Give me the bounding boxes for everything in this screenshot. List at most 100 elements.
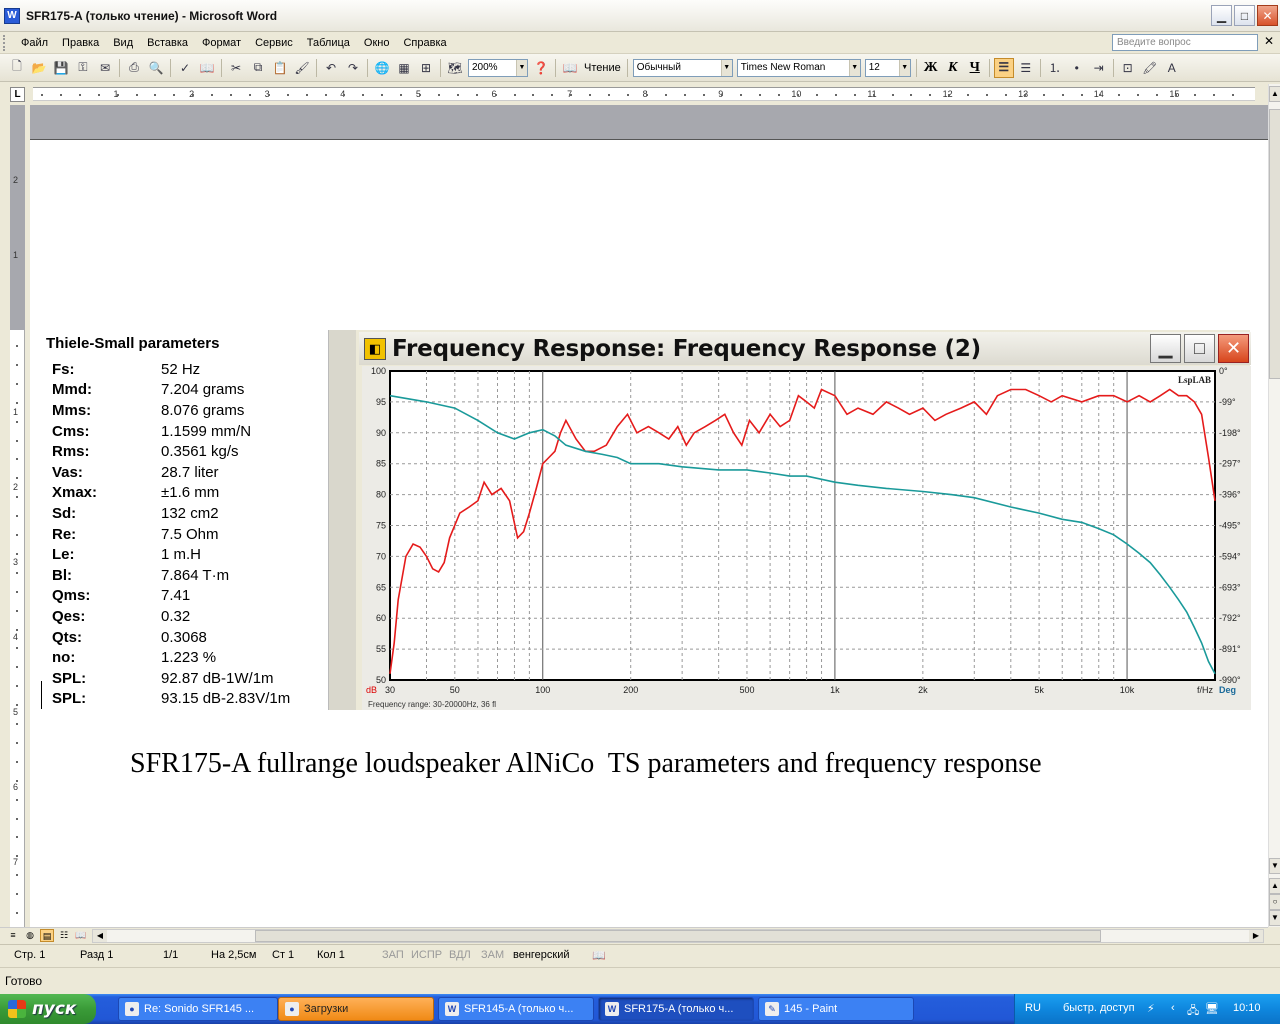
align-left-icon[interactable]: ☰: [993, 57, 1014, 78]
print-layout-icon[interactable]: ▤: [40, 929, 54, 942]
align-center-icon[interactable]: ☰: [1016, 58, 1036, 78]
horizontal-scrollbar[interactable]: ◀ ▶: [92, 929, 1264, 943]
save-icon[interactable]: 💾: [51, 58, 71, 78]
web-view-icon[interactable]: ◍: [23, 929, 37, 942]
font-color-icon[interactable]: A: [1162, 58, 1182, 78]
task-word-sfr145[interactable]: W SFR145-A (только ч...: [438, 997, 594, 1021]
italic-button[interactable]: К: [943, 58, 963, 78]
scroll-thumb[interactable]: [1269, 109, 1280, 379]
font-size-select[interactable]: 12 ▼: [864, 58, 911, 77]
task-paint[interactable]: ✎ 145 - Paint: [758, 997, 914, 1021]
normal-view-icon[interactable]: ≡: [6, 929, 20, 942]
horizontal-scroll-thumb[interactable]: [255, 930, 1101, 942]
ts-row: Mmd: 7.204 grams: [52, 380, 321, 401]
language-indicator[interactable]: RU: [1025, 1002, 1041, 1014]
status-language[interactable]: венгерский: [513, 949, 570, 961]
document-page[interactable]: Thiele-Small parameters Fs: 52 Hz Mmd: 7.20…: [30, 105, 1268, 927]
menu-table[interactable]: Таблица: [300, 37, 357, 49]
numbering-icon[interactable]: ⒈: [1045, 58, 1065, 78]
underline-button[interactable]: Ч: [965, 58, 985, 78]
chevron-down-icon[interactable]: ▼: [898, 59, 910, 76]
close-button[interactable]: ✕: [1257, 5, 1278, 26]
vertical-scrollbar[interactable]: ▲ ▼ ▲ ○ ▼: [1268, 84, 1280, 927]
chevron-down-icon[interactable]: ▼: [720, 59, 732, 76]
menu-view[interactable]: Вид: [106, 37, 140, 49]
bold-button[interactable]: Ж: [921, 58, 941, 78]
scroll-left-icon[interactable]: ◀: [93, 930, 107, 942]
format-painter-icon[interactable]: 🖌: [292, 58, 312, 78]
research-icon[interactable]: 📖: [197, 58, 217, 78]
status-extend[interactable]: ВДЛ: [449, 949, 471, 961]
ask-question-input[interactable]: Введите вопрос: [1112, 34, 1258, 51]
spelling-icon[interactable]: ✓: [175, 58, 195, 78]
menu-insert[interactable]: Вставка: [140, 37, 195, 49]
task-firefox-sonido[interactable]: ● Re: Sonido SFR145 ...: [118, 997, 278, 1021]
tray-expand-icon[interactable]: ‹: [1171, 1002, 1175, 1014]
reading-layout-icon[interactable]: 📖: [74, 929, 88, 942]
tab-selector[interactable]: L: [10, 87, 25, 102]
paste-icon[interactable]: 📋: [270, 58, 290, 78]
chevron-down-icon[interactable]: ▼: [848, 59, 860, 76]
menu-grip[interactable]: [3, 34, 8, 51]
insert-table-icon[interactable]: ⊞: [416, 58, 436, 78]
close-document-icon[interactable]: ✕: [1264, 34, 1274, 48]
borders-icon[interactable]: ⊡: [1118, 58, 1138, 78]
redo-icon[interactable]: ↷: [343, 58, 363, 78]
quick-access-label[interactable]: быстр. доступ: [1063, 1002, 1135, 1014]
cut-icon[interactable]: ✂: [226, 58, 246, 78]
vertical-ruler[interactable]: 2 1 1 2 3 4 5 6 7: [10, 105, 25, 927]
status-track-changes[interactable]: ИСПР: [411, 949, 442, 961]
new-document-icon[interactable]: 🗋: [7, 58, 27, 78]
status-record[interactable]: ЗАП: [382, 949, 404, 961]
menu-edit[interactable]: Правка: [55, 37, 106, 49]
menu-file[interactable]: Файл: [14, 37, 55, 49]
ruler-tick: [1080, 94, 1083, 96]
scroll-right-icon[interactable]: ▶: [1249, 930, 1263, 942]
font-select[interactable]: Times New Roman ▼: [736, 58, 861, 77]
outline-view-icon[interactable]: ☷: [57, 929, 71, 942]
menu-window[interactable]: Окно: [357, 37, 397, 49]
menu-format[interactable]: Формат: [195, 37, 248, 49]
scroll-down-icon[interactable]: ▼: [1269, 858, 1280, 874]
spelling-status-icon[interactable]: 📖: [592, 949, 606, 962]
minimize-button[interactable]: ▁: [1211, 5, 1232, 26]
start-button[interactable]: пуск: [0, 994, 96, 1024]
reading-mode-button[interactable]: Чтение: [584, 62, 621, 74]
copy-icon[interactable]: ⧉: [248, 58, 268, 78]
permission-icon[interactable]: ⚿: [73, 58, 93, 78]
reading-mode-icon[interactable]: 📖: [560, 58, 580, 78]
menu-tools[interactable]: Сервис: [248, 37, 300, 49]
status-overtype[interactable]: ЗАМ: [481, 949, 504, 961]
print-icon[interactable]: ⎙: [124, 58, 144, 78]
maximize-button[interactable]: □: [1234, 5, 1255, 26]
tables-borders-icon[interactable]: ▦: [394, 58, 414, 78]
document-map-icon[interactable]: 🗺: [445, 58, 465, 78]
next-page-icon[interactable]: ▼: [1269, 910, 1280, 926]
horizontal-ruler[interactable]: 123456789101112131415: [33, 87, 1255, 101]
indent-icon[interactable]: ⇥: [1089, 58, 1109, 78]
open-folder-icon[interactable]: 📂: [29, 58, 49, 78]
browse-object-icon[interactable]: ○: [1269, 894, 1280, 910]
word-icon[interactable]: W: [4, 7, 20, 24]
x-tick-label: 30: [385, 685, 395, 695]
monitor-icon[interactable]: 🖥: [1205, 1002, 1219, 1015]
highlight-icon[interactable]: 🖍: [1140, 58, 1160, 78]
scroll-up-icon[interactable]: ▲: [1269, 86, 1280, 102]
task-word-sfr175[interactable]: W SFR175-A (только ч...: [598, 997, 754, 1021]
zoom-select[interactable]: 200% ▼: [468, 58, 528, 77]
style-select[interactable]: Обычный ▼: [632, 58, 733, 77]
previous-page-icon[interactable]: ▲: [1269, 878, 1280, 894]
network-icon[interactable]: 🖧: [1187, 1002, 1199, 1021]
bullets-icon[interactable]: •: [1067, 58, 1087, 78]
ruler-tick: [1099, 94, 1102, 96]
help-icon[interactable]: ❓: [531, 58, 551, 78]
tray-app-icon[interactable]: ⚡: [1147, 1002, 1155, 1015]
ts-value: 92.87 dB-1W/1m: [161, 669, 274, 687]
menu-help[interactable]: Справка: [396, 37, 453, 49]
task-downloads[interactable]: ● Загрузки: [278, 997, 434, 1021]
email-icon[interactable]: ✉: [95, 58, 115, 78]
chevron-down-icon[interactable]: ▼: [516, 59, 527, 76]
hyperlink-icon[interactable]: 🌐: [372, 58, 392, 78]
undo-icon[interactable]: ↶: [321, 58, 341, 78]
print-preview-icon[interactable]: 🔍: [146, 58, 166, 78]
